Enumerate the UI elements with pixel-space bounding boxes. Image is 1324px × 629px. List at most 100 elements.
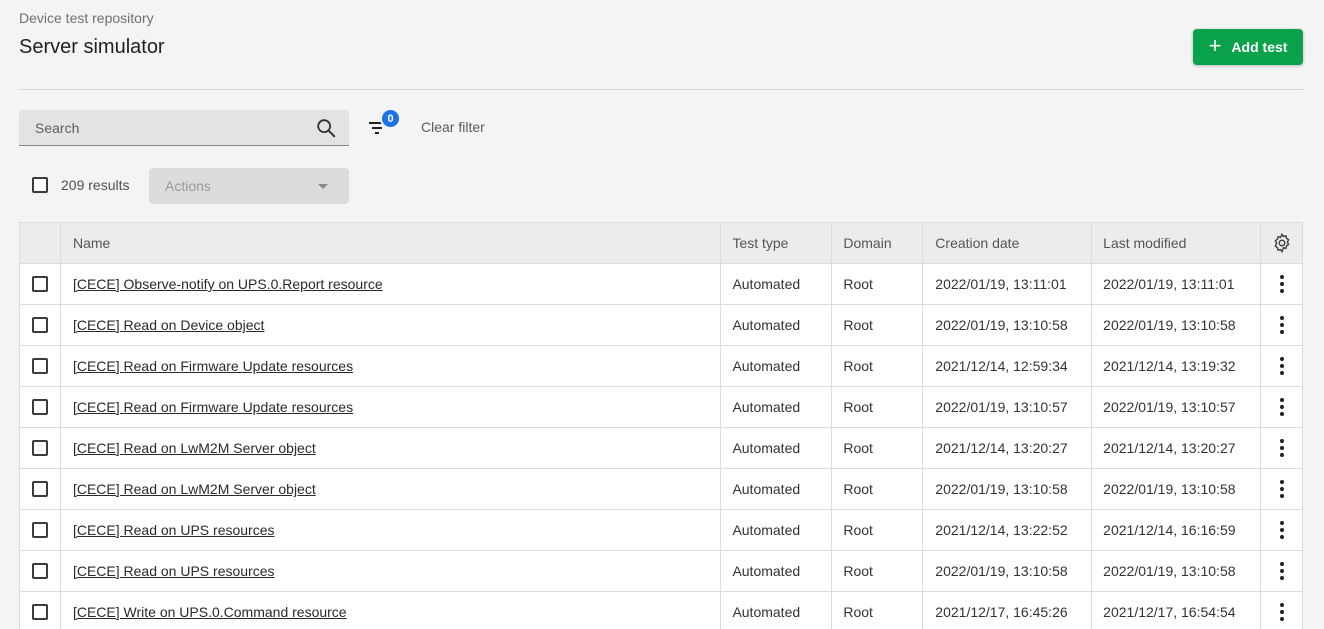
row-checkbox[interactable] <box>31 276 48 292</box>
search-icon[interactable] <box>315 117 337 144</box>
name-cell: [CECE] Read on Device object <box>61 305 722 345</box>
table-header-row: Name Test type Domain Creation date Last… <box>20 223 1302 264</box>
name-cell: [CECE] Read on LwM2M Server object <box>61 469 722 509</box>
test-name-link[interactable]: [CECE] Read on UPS resources <box>73 563 275 579</box>
row-menu-cell <box>1261 551 1302 591</box>
creation-date-cell: 2021/12/14, 12:59:34 <box>923 346 1093 386</box>
actions-dropdown[interactable]: Actions <box>149 168 349 204</box>
test-name-link[interactable]: [CECE] Read on LwM2M Server object <box>73 481 316 497</box>
page-title: Server simulator <box>19 36 165 58</box>
search-field[interactable] <box>19 110 349 146</box>
domain-cell: Root <box>832 387 924 427</box>
domain-cell: Root <box>832 264 924 304</box>
row-check-cell <box>20 264 61 304</box>
test-type-cell: Automated <box>721 305 833 345</box>
domain-cell: Root <box>832 346 924 386</box>
table-row: [CECE] Read on UPS resources Automated R… <box>20 510 1302 551</box>
test-type-cell: Automated <box>721 510 833 550</box>
column-header-creation-date[interactable]: Creation date <box>923 223 1093 263</box>
domain-cell: Root <box>832 551 924 591</box>
more-vert-icon[interactable] <box>1279 521 1284 539</box>
row-check-cell <box>20 387 61 427</box>
test-name-link[interactable]: [CECE] Read on UPS resources <box>73 522 275 538</box>
creation-date-cell: 2022/01/19, 13:10:58 <box>923 469 1093 509</box>
column-header-name[interactable]: Name <box>61 223 722 263</box>
row-menu-cell <box>1261 346 1302 386</box>
table-row: [CECE] Read on Firmware Update resources… <box>20 387 1302 428</box>
breadcrumb: Device test repository <box>19 10 154 26</box>
row-checkbox[interactable] <box>31 481 48 497</box>
gear-icon[interactable] <box>1271 232 1293 254</box>
plus-icon: + <box>1208 33 1222 58</box>
test-name-link[interactable]: [CECE] Read on Device object <box>73 317 264 333</box>
more-vert-icon[interactable] <box>1279 316 1284 334</box>
row-checkbox[interactable] <box>31 358 48 374</box>
test-type-cell: Automated <box>721 592 833 629</box>
domain-cell: Root <box>832 469 924 509</box>
row-checkbox[interactable] <box>31 317 48 333</box>
name-cell: [CECE] Read on UPS resources <box>61 510 722 550</box>
header-divider <box>19 89 1303 90</box>
last-modified-cell: 2022/01/19, 13:10:58 <box>1092 551 1262 591</box>
row-check-cell <box>20 469 61 509</box>
creation-date-cell: 2021/12/14, 13:22:52 <box>923 510 1093 550</box>
row-menu-cell <box>1261 469 1302 509</box>
row-check-cell <box>20 428 61 468</box>
test-type-cell: Automated <box>721 387 833 427</box>
filter-count-badge: 0 <box>380 108 401 129</box>
more-vert-icon[interactable] <box>1279 439 1284 457</box>
more-vert-icon[interactable] <box>1279 275 1284 293</box>
row-checkbox[interactable] <box>31 563 48 579</box>
add-test-button[interactable]: + Add test <box>1193 29 1303 65</box>
test-name-link[interactable]: [CECE] Observe-notify on UPS.0.Report re… <box>73 276 383 292</box>
test-name-link[interactable]: [CECE] Write on UPS.0.Command resource <box>73 604 347 620</box>
actions-label: Actions <box>165 178 211 194</box>
chevron-down-icon <box>318 184 328 189</box>
column-settings-button[interactable] <box>1261 223 1302 263</box>
table-row: [CECE] Write on UPS.0.Command resource A… <box>20 592 1302 629</box>
header-check-cell <box>20 223 61 263</box>
creation-date-cell: 2022/01/19, 13:10:58 <box>923 305 1093 345</box>
domain-cell: Root <box>832 428 924 468</box>
table-row: [CECE] Read on Device object Automated R… <box>20 305 1302 346</box>
test-name-link[interactable]: [CECE] Read on Firmware Update resources <box>73 358 353 374</box>
row-menu-cell <box>1261 264 1302 304</box>
more-vert-icon[interactable] <box>1279 398 1284 416</box>
column-header-last-modified[interactable]: Last modified <box>1092 223 1262 263</box>
row-checkbox[interactable] <box>31 522 48 538</box>
row-check-cell <box>20 305 61 345</box>
last-modified-cell: 2022/01/19, 13:10:58 <box>1092 469 1262 509</box>
last-modified-cell: 2021/12/14, 16:16:59 <box>1092 510 1262 550</box>
name-cell: [CECE] Read on Firmware Update resources <box>61 387 722 427</box>
name-cell: [CECE] Write on UPS.0.Command resource <box>61 592 722 629</box>
results-count: 209 results <box>61 177 130 193</box>
table-row: [CECE] Read on Firmware Update resources… <box>20 346 1302 387</box>
row-menu-cell <box>1261 387 1302 427</box>
row-checkbox[interactable] <box>31 440 48 456</box>
search-input[interactable] <box>19 110 309 145</box>
add-test-label: Add test <box>1231 39 1288 55</box>
domain-cell: Root <box>832 305 924 345</box>
table-row: [CECE] Read on LwM2M Server object Autom… <box>20 469 1302 510</box>
last-modified-cell: 2022/01/19, 13:10:58 <box>1092 305 1262 345</box>
more-vert-icon[interactable] <box>1279 562 1284 580</box>
row-checkbox[interactable] <box>31 399 48 415</box>
test-name-link[interactable]: [CECE] Read on LwM2M Server object <box>73 440 316 456</box>
last-modified-cell: 2022/01/19, 13:11:01 <box>1092 264 1262 304</box>
last-modified-cell: 2021/12/14, 13:20:27 <box>1092 428 1262 468</box>
last-modified-cell: 2021/12/17, 16:54:54 <box>1092 592 1262 629</box>
table-row: [CECE] Read on UPS resources Automated R… <box>20 551 1302 592</box>
more-vert-icon[interactable] <box>1279 480 1284 498</box>
column-header-test-type[interactable]: Test type <box>721 223 833 263</box>
clear-filter-link[interactable]: Clear filter <box>421 119 485 135</box>
tests-table: Name Test type Domain Creation date Last… <box>19 222 1303 629</box>
more-vert-icon[interactable] <box>1279 357 1284 375</box>
last-modified-cell: 2022/01/19, 13:10:57 <box>1092 387 1262 427</box>
test-name-link[interactable]: [CECE] Read on Firmware Update resources <box>73 399 353 415</box>
row-checkbox[interactable] <box>31 604 48 620</box>
column-header-domain[interactable]: Domain <box>832 223 924 263</box>
test-type-cell: Automated <box>721 346 833 386</box>
name-cell: [CECE] Read on LwM2M Server object <box>61 428 722 468</box>
more-vert-icon[interactable] <box>1279 603 1284 621</box>
select-all-checkbox[interactable] <box>32 177 48 193</box>
